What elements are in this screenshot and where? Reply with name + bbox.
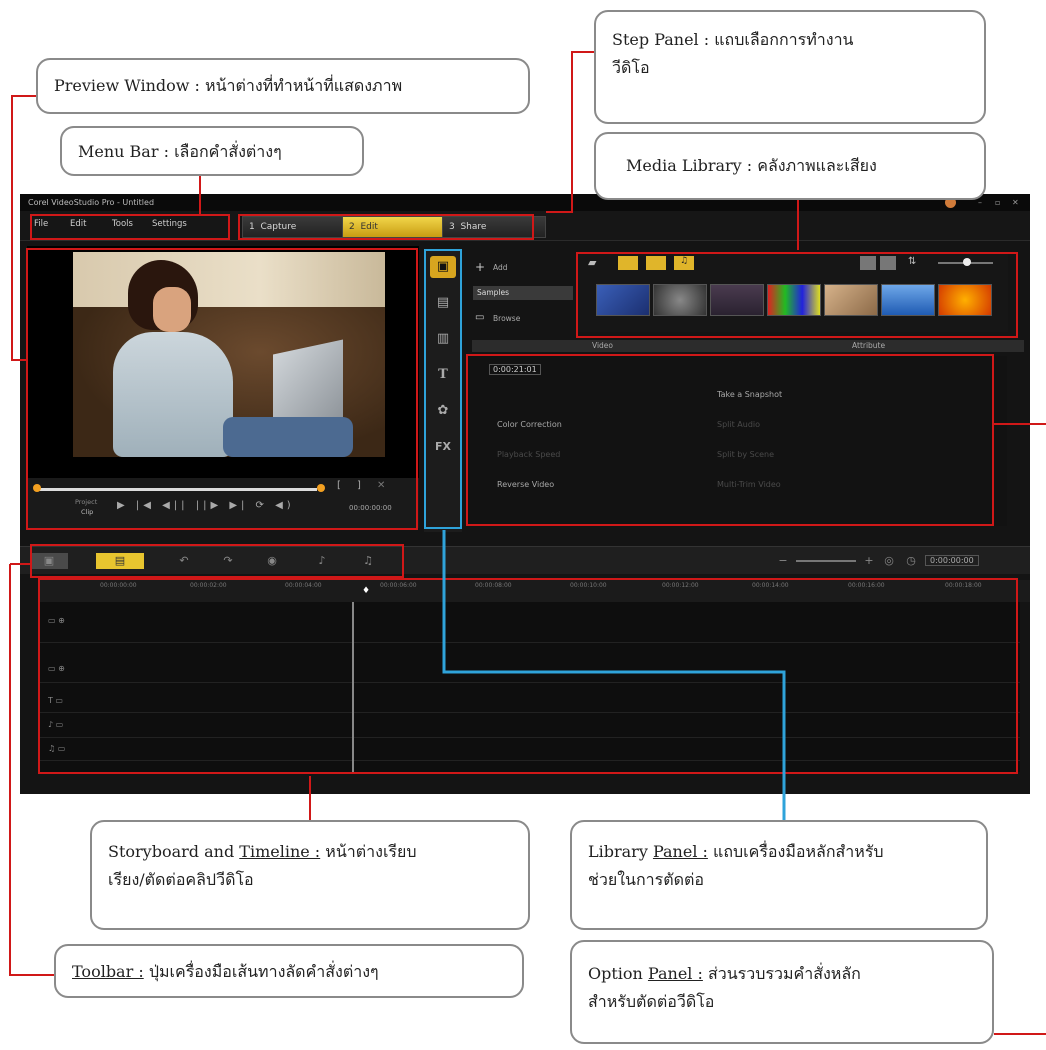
callout-library-panel: Library Panel : แถบเครื่องมือหลักสำหรับ …: [570, 820, 988, 930]
toolbar-desc: ปุ่มเครื่องมือเส้นทางลัดคำสั่งต่างๆ: [148, 962, 379, 981]
callout-preview-window: Preview Window : หน้าต่างที่ทำหน้าที่แสด…: [36, 58, 530, 114]
storyboard-label: Storyboard and: [108, 842, 235, 861]
callout-toolbar: Toolbar : ปุ่มเครื่องมือเส้นทางลัดคำสั่ง…: [54, 944, 524, 998]
library-panel-label-underlined: Panel :: [652, 842, 708, 861]
step-panel-desc-1: แถบเลือกการทำงาน: [714, 30, 854, 49]
preview-window-separator: :: [189, 76, 206, 95]
toolbar-label-underlined: Toolbar :: [72, 962, 144, 981]
library-panel-desc-2: ช่วยในการตัดต่อ: [588, 870, 705, 889]
callout-option-panel: Option Panel : ส่วนรวบรวมคำสั่งหลัก สำหร…: [570, 940, 994, 1044]
media-library-label: Media Library: [626, 156, 742, 175]
option-panel-label: Option: [588, 964, 643, 983]
callout-menu-bar: Menu Bar : เลือกคำสั่งต่างๆ: [60, 126, 364, 176]
step-panel-desc-2: วีดิโอ: [612, 58, 650, 77]
menu-bar-separator: :: [158, 142, 175, 161]
option-panel-desc-1: ส่วนรวบรวมคำสั่งหลัก: [707, 964, 861, 983]
library-panel-desc-1: แถบเครื่องมือหลักสำหรับ: [713, 842, 884, 861]
storyboard-label-underlined: Timeline :: [239, 842, 321, 861]
option-panel-desc-2: สำหรับตัดต่อวีดิโอ: [588, 992, 715, 1011]
storyboard-desc-1: หน้าต่างเรียบ: [325, 842, 417, 861]
preview-window-desc: หน้าต่างที่ทำหน้าที่แสดงภาพ: [205, 76, 403, 95]
callout-storyboard: Storyboard and Timeline : หน้าต่างเรียบ …: [90, 820, 530, 930]
menu-bar-desc: เลือกคำสั่งต่างๆ: [174, 142, 282, 161]
media-library-separator: :: [741, 156, 758, 175]
option-panel-label-underlined: Panel :: [647, 964, 703, 983]
media-library-desc: คลังภาพและเสียง: [757, 156, 877, 175]
storyboard-desc-2: เรียง/ตัดต่อคลิปวีดิโอ: [108, 870, 254, 889]
callout-step-panel: Step Panel : แถบเลือกการทำงาน วีดิโอ: [594, 10, 986, 124]
step-panel-label: Step Panel :: [612, 30, 710, 49]
callout-media-library: Media Library : คลังภาพและเสียง: [594, 132, 986, 200]
menu-bar-label: Menu Bar: [78, 142, 159, 161]
library-panel-label: Library: [588, 842, 648, 861]
preview-window-label: Preview Window: [54, 76, 190, 95]
